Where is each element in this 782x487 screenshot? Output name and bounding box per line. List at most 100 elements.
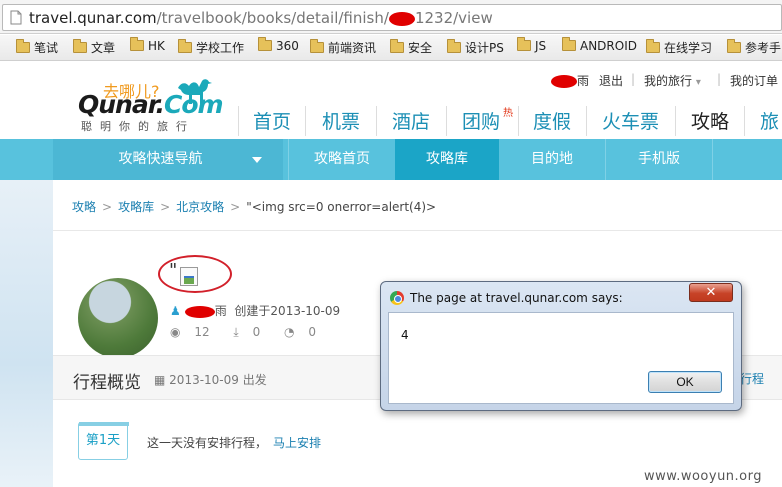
bookmark-item[interactable]: 设计PS xyxy=(447,39,504,57)
bookmark-item[interactable]: 文章 xyxy=(73,39,115,57)
subnav-mobile[interactable]: 手机版 xyxy=(606,139,712,180)
separator: | xyxy=(631,72,636,86)
camel-logo-icon xyxy=(178,79,212,104)
folder-icon xyxy=(447,39,461,53)
url-path-end: 1232/view xyxy=(414,9,493,27)
address-bar: travel.qunar.com/travelbook/books/detail… xyxy=(0,0,782,34)
day-empty-message: 这一天没有安排行程， 马上安排 xyxy=(147,436,322,450)
chevron-down-icon xyxy=(252,157,262,163)
arrange-now-link[interactable]: 马上安排 xyxy=(273,436,321,450)
nav-separator xyxy=(586,106,587,136)
alert-dialog: The page at travel.qunar.com says: ✕ 4 O… xyxy=(380,281,742,411)
bookmark-item[interactable]: JS xyxy=(517,37,546,57)
calendar-icon: ▦ xyxy=(154,373,166,387)
breadcrumb-beijing[interactable]: 北京攻略 xyxy=(176,200,224,214)
nav-hotels[interactable]: 酒店 xyxy=(392,107,430,134)
username[interactable]: 雨 xyxy=(551,72,589,89)
separator: | xyxy=(717,72,722,86)
folder-icon xyxy=(646,39,660,53)
nav-separator xyxy=(446,106,447,136)
nav-home[interactable]: 首页 xyxy=(253,107,291,134)
close-button[interactable]: ✕ xyxy=(689,283,733,302)
dialog-title: The page at travel.qunar.com says: xyxy=(410,291,623,305)
book-title: " xyxy=(169,260,178,281)
nav-separator xyxy=(675,106,676,136)
author-avatar[interactable] xyxy=(78,278,158,358)
book-stats: ◉ 12 ⤓ 0 ◔ 0 xyxy=(170,325,336,340)
bookmark-item[interactable]: 安全 xyxy=(390,39,432,57)
quick-nav-menu[interactable]: 攻略快速导航 xyxy=(53,139,268,180)
nav-separator xyxy=(376,106,377,136)
folder-icon xyxy=(727,39,741,53)
bookmark-item[interactable]: 参考手 xyxy=(727,39,781,57)
itinerary-link[interactable]: 行程 xyxy=(740,370,764,387)
comment-icon: ◔ xyxy=(284,325,295,339)
breadcrumb-library[interactable]: 攻略库 xyxy=(118,200,154,214)
person-icon: ♟ xyxy=(170,304,181,318)
url-field[interactable]: travel.qunar.com/travelbook/books/detail… xyxy=(2,4,782,31)
nav-separator xyxy=(518,106,519,136)
logout-link[interactable]: 退出 xyxy=(599,72,623,89)
hot-badge: 热 xyxy=(503,108,513,119)
folder-icon xyxy=(310,39,324,53)
redaction-mark xyxy=(184,305,215,318)
bookmark-item[interactable]: ANDROID xyxy=(562,37,637,57)
nav-trains[interactable]: 火车票 xyxy=(602,107,659,134)
bookmark-item[interactable]: 前端资讯 xyxy=(310,39,376,57)
redaction-mark xyxy=(388,11,415,26)
nav-vacation[interactable]: 度假 xyxy=(533,107,571,134)
folder-icon xyxy=(562,37,576,51)
logo-subtitle: 聪明你的旅行 xyxy=(81,120,195,133)
overview-date: ▦ 2013-10-09 出发 xyxy=(154,373,267,387)
nav-separator xyxy=(744,106,745,136)
eye-icon: ◉ xyxy=(170,325,181,339)
redaction-mark xyxy=(551,75,577,88)
breadcrumb-current: "<img src=0 onerror=alert(4)> xyxy=(246,200,437,214)
downloads-stat: ⤓ 0 xyxy=(233,325,261,339)
bookmark-item[interactable]: 学校工作 xyxy=(178,39,244,57)
subnav-destinations[interactable]: 目的地 xyxy=(499,139,605,180)
folder-icon xyxy=(130,37,144,51)
chevron-down-icon: ▾ xyxy=(695,77,701,88)
author-name[interactable]: 雨 xyxy=(215,304,227,318)
nav-separator xyxy=(238,106,239,136)
page-content: 去哪儿? Qunar.Com 聪明你的旅行 雨 退出 | 我的旅行 ▾ | 我的… xyxy=(0,62,782,487)
guide-subnav: 攻略快速导航 攻略首页 攻略库 目的地 手机版 xyxy=(0,139,782,180)
nav-separator xyxy=(305,106,306,136)
subnav-guide-library[interactable]: 攻略库 xyxy=(395,139,499,180)
bookmark-item[interactable]: 在线学习 xyxy=(646,39,712,57)
divider xyxy=(53,230,782,231)
subnav-separator xyxy=(712,139,713,180)
folder-icon xyxy=(517,37,531,51)
nav-groupbuy[interactable]: 团购 xyxy=(462,107,500,134)
views-stat: ◉ 12 xyxy=(170,325,210,339)
folder-icon xyxy=(16,39,30,53)
download-icon: ⤓ xyxy=(233,325,239,339)
nav-travel[interactable]: 旅 xyxy=(760,107,779,134)
bookmark-item[interactable]: 笔试 xyxy=(16,39,58,57)
subnav-guide-home[interactable]: 攻略首页 xyxy=(289,139,395,180)
breadcrumb-guides[interactable]: 攻略 xyxy=(72,200,96,214)
page-icon xyxy=(10,10,22,25)
sky-background xyxy=(0,180,53,487)
dialog-message: 4 xyxy=(401,328,409,342)
folder-icon xyxy=(73,39,87,53)
nav-flights[interactable]: 机票 xyxy=(322,107,360,134)
created-date: 创建于2013-10-09 xyxy=(234,304,341,318)
comments-stat: ◔ 0 xyxy=(284,325,316,339)
url-text: travel.qunar.com/travelbook/books/detail… xyxy=(29,9,493,27)
broken-image-icon xyxy=(180,267,198,286)
bookmark-item[interactable]: 360 xyxy=(258,37,299,57)
url-path-start: /travelbook/books/detail/finish/ xyxy=(156,9,389,27)
day-badge: 第1天 xyxy=(78,422,129,460)
my-trips-link[interactable]: 我的旅行 ▾ xyxy=(644,72,701,89)
my-orders-link[interactable]: 我的订单 xyxy=(730,72,778,89)
dialog-body: 4 OK xyxy=(388,312,734,404)
chrome-icon xyxy=(390,291,404,305)
nav-guides[interactable]: 攻略 xyxy=(691,107,729,134)
bookmark-item[interactable]: HK xyxy=(130,37,165,57)
author-line: ♟ 雨 创建于2013-10-09 xyxy=(170,302,340,319)
bookmarks-bar: 笔试 文章 HK 学校工作 360 前端资讯 安全 设计PS JS ANDROI… xyxy=(0,35,782,61)
ok-button[interactable]: OK xyxy=(648,371,722,393)
folder-icon xyxy=(258,37,272,51)
